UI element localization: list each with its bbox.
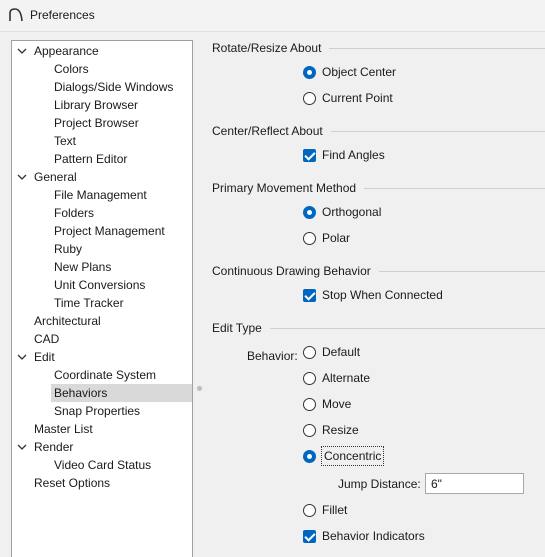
group-title-edit-type: Edit Type bbox=[212, 320, 270, 336]
radio-button[interactable] bbox=[303, 397, 316, 411]
checkbox-checked[interactable] bbox=[303, 288, 316, 302]
radio-object-center[interactable]: Object Center bbox=[303, 63, 396, 81]
group-title-primary-movement: Primary Movement Method bbox=[212, 180, 365, 196]
group-title-rotate-resize: Rotate/Resize About bbox=[212, 40, 330, 56]
radio-orthogonal[interactable]: Orthogonal bbox=[303, 203, 381, 221]
radio-button-selected[interactable] bbox=[303, 65, 316, 79]
tree-item-unit-conversions[interactable]: Unit Conversions bbox=[51, 276, 148, 294]
tree-item-reset-options[interactable]: Reset Options bbox=[31, 474, 113, 492]
radio-polar[interactable]: Polar bbox=[303, 229, 350, 247]
radio-button[interactable] bbox=[303, 345, 316, 359]
radio-button-selected[interactable] bbox=[303, 449, 316, 463]
title-bar: Preferences bbox=[0, 0, 545, 32]
radio-concentric[interactable]: Concentric bbox=[303, 446, 385, 466]
category-tree[interactable]: Appearance Colors Dialogs/Side Windows L… bbox=[11, 40, 193, 557]
window-title: Preferences bbox=[30, 8, 95, 22]
tree-item-project-browser[interactable]: Project Browser bbox=[51, 114, 142, 132]
tree-item-project-management[interactable]: Project Management bbox=[51, 222, 168, 240]
jump-distance-label: Jump Distance: bbox=[338, 477, 421, 491]
jump-distance-input[interactable] bbox=[425, 473, 524, 494]
chevron-down-icon[interactable] bbox=[17, 352, 27, 362]
tree-item-render[interactable]: Render bbox=[31, 438, 76, 456]
tree-item-behaviors[interactable]: Behaviors bbox=[51, 384, 192, 402]
tree-item-coordinate-system[interactable]: Coordinate System bbox=[51, 366, 159, 384]
chevron-down-icon[interactable] bbox=[17, 172, 27, 182]
tree-item-ruby[interactable]: Ruby bbox=[51, 240, 85, 258]
tree-item-file-management[interactable]: File Management bbox=[51, 186, 150, 204]
tree-item-text[interactable]: Text bbox=[51, 132, 79, 150]
splitter-handle[interactable] bbox=[197, 386, 202, 391]
tree-item-folders[interactable]: Folders bbox=[51, 204, 97, 222]
behavior-label: Behavior: bbox=[247, 349, 298, 363]
tree-item-edit[interactable]: Edit bbox=[31, 348, 58, 366]
radio-fillet[interactable]: Fillet bbox=[303, 501, 347, 519]
checkbox-behavior-indicators[interactable]: Behavior Indicators bbox=[303, 527, 425, 545]
tree-item-appearance[interactable]: Appearance bbox=[31, 42, 102, 60]
tree-item-new-plans[interactable]: New Plans bbox=[51, 258, 114, 276]
radio-button[interactable] bbox=[303, 423, 316, 437]
chevron-down-icon[interactable] bbox=[17, 442, 27, 452]
tree-item-cad[interactable]: CAD bbox=[31, 330, 62, 348]
app-icon bbox=[9, 8, 23, 22]
radio-default[interactable]: Default bbox=[303, 343, 360, 361]
tree-item-time-tracker[interactable]: Time Tracker bbox=[51, 294, 127, 312]
checkbox-stop-when-connected[interactable]: Stop When Connected bbox=[303, 286, 443, 304]
radio-button[interactable] bbox=[303, 231, 316, 245]
radio-button-selected[interactable] bbox=[303, 205, 316, 219]
radio-resize[interactable]: Resize bbox=[303, 421, 359, 439]
radio-button[interactable] bbox=[303, 371, 316, 385]
group-title-continuous-drawing: Continuous Drawing Behavior bbox=[212, 263, 379, 279]
radio-alternate[interactable]: Alternate bbox=[303, 369, 370, 387]
tree-item-video-card-status[interactable]: Video Card Status bbox=[51, 456, 154, 474]
tree-item-master-list[interactable]: Master List bbox=[31, 420, 96, 438]
tree-item-dialogs-side-windows[interactable]: Dialogs/Side Windows bbox=[51, 78, 176, 96]
radio-current-point[interactable]: Current Point bbox=[303, 89, 393, 107]
tree-item-pattern-editor[interactable]: Pattern Editor bbox=[51, 150, 130, 168]
checkbox-find-angles[interactable]: Find Angles bbox=[303, 146, 385, 164]
radio-button[interactable] bbox=[303, 91, 316, 105]
tree-item-colors[interactable]: Colors bbox=[51, 60, 92, 78]
group-title-center-reflect: Center/Reflect About bbox=[212, 123, 331, 139]
tree-item-library-browser[interactable]: Library Browser bbox=[51, 96, 141, 114]
radio-button[interactable] bbox=[303, 503, 316, 517]
tree-item-snap-properties[interactable]: Snap Properties bbox=[51, 402, 143, 420]
chevron-down-icon[interactable] bbox=[17, 46, 27, 56]
checkbox-checked[interactable] bbox=[303, 529, 316, 543]
tree-item-architectural[interactable]: Architectural bbox=[31, 312, 104, 330]
tree-item-general[interactable]: General bbox=[31, 168, 80, 186]
checkbox-checked[interactable] bbox=[303, 148, 316, 162]
radio-move[interactable]: Move bbox=[303, 395, 351, 413]
